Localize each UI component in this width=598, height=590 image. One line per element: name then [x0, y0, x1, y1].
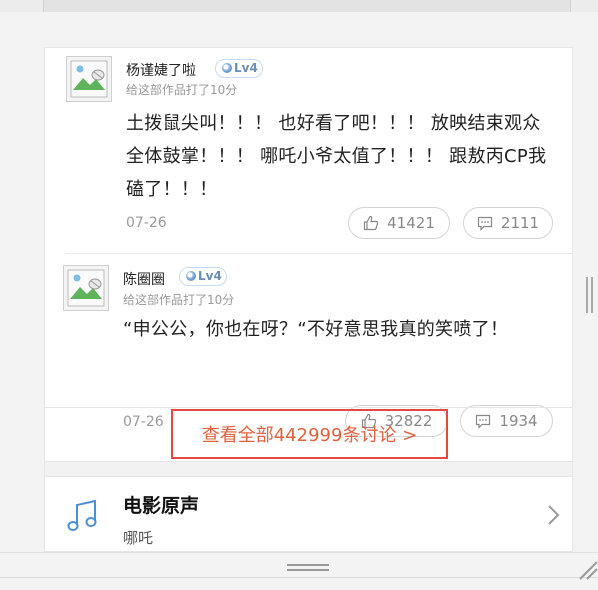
broken-image-icon [67, 269, 105, 307]
comment-item: 杨谨婕了啦 Lv4 给这部作品打了10分 土拨鼠尖叫！！！ 也好看了吧！！！ 放… [45, 48, 572, 254]
divider [0, 552, 598, 553]
chevron-right-icon [548, 505, 560, 525]
toolbar-segment [570, 0, 598, 12]
level-text: Lv4 [198, 269, 222, 283]
comment-line: 土拨鼠尖叫！！！ 也好看了吧！！！ 放映结束观众 [126, 113, 541, 134]
like-count: 41421 [387, 214, 435, 232]
divider [0, 577, 598, 578]
avatar[interactable] [63, 265, 109, 311]
broken-image-icon [70, 60, 108, 98]
top-toolbar [0, 0, 598, 12]
soundtrack-title: 电影原声 [123, 495, 200, 517]
comment-date: 07-26 [126, 215, 167, 231]
reply-count: 2111 [500, 214, 540, 232]
level-icon [186, 271, 196, 281]
resize-grip-icon[interactable] [287, 563, 329, 573]
toolbar-segment [0, 0, 44, 12]
thumbs-up-icon [364, 215, 379, 231]
level-badge: Lv4 [215, 59, 263, 78]
level-text: Lv4 [234, 61, 258, 75]
comment-item: 陈圈圈 Lv4 给这部作品打了10分 “申公公，你也在呀？“不好意思我真的笑喷了… [45, 254, 572, 437]
comment-line: “申公公，你也在呀？“不好意思我真的笑喷了！ [123, 319, 509, 340]
like-button[interactable]: 41421 [348, 207, 450, 239]
rating-text: 给这部作品打了10分 [126, 83, 238, 97]
comments-panel: 杨谨婕了啦 Lv4 给这部作品打了10分 土拨鼠尖叫！！！ 也好看了吧！！！ 放… [44, 47, 573, 552]
comment-text: “申公公，你也在呀？“不好意思我真的笑喷了！ [123, 313, 508, 346]
rating-text: 给这部作品打了10分 [123, 293, 235, 307]
view-all-discussions-link[interactable]: 查看全部442999条讨论 > [171, 409, 448, 459]
music-note-icon [67, 499, 97, 531]
comment-bubble-icon [477, 216, 493, 231]
bottom-resize-bar [0, 552, 598, 590]
view-all-section: 查看全部442999条讨论 > [45, 407, 572, 461]
scroll-handle[interactable] [585, 277, 595, 313]
reply-button[interactable]: 2111 [463, 207, 553, 239]
level-icon [222, 63, 232, 73]
soundtrack-row[interactable]: 电影原声 哪吒 [45, 477, 572, 551]
soundtrack-subtitle: 哪吒 [123, 529, 154, 547]
username[interactable]: 杨谨婕了啦 [126, 60, 196, 80]
comment-line: 全体鼓掌！！！ 哪吒小爷太值了！！！ 跟敖丙CP我 [126, 146, 547, 167]
comment-line: 磕了！！！ [126, 179, 218, 200]
comment-text: 土拨鼠尖叫！！！ 也好看了吧！！！ 放映结束观众 全体鼓掌！！！ 哪吒小爷太值了… [126, 107, 546, 206]
username[interactable]: 陈圈圈 [123, 269, 165, 289]
avatar[interactable] [66, 56, 112, 102]
section-divider [45, 461, 572, 477]
corner-resize-icon[interactable] [578, 560, 598, 580]
level-badge: Lv4 [179, 267, 227, 286]
